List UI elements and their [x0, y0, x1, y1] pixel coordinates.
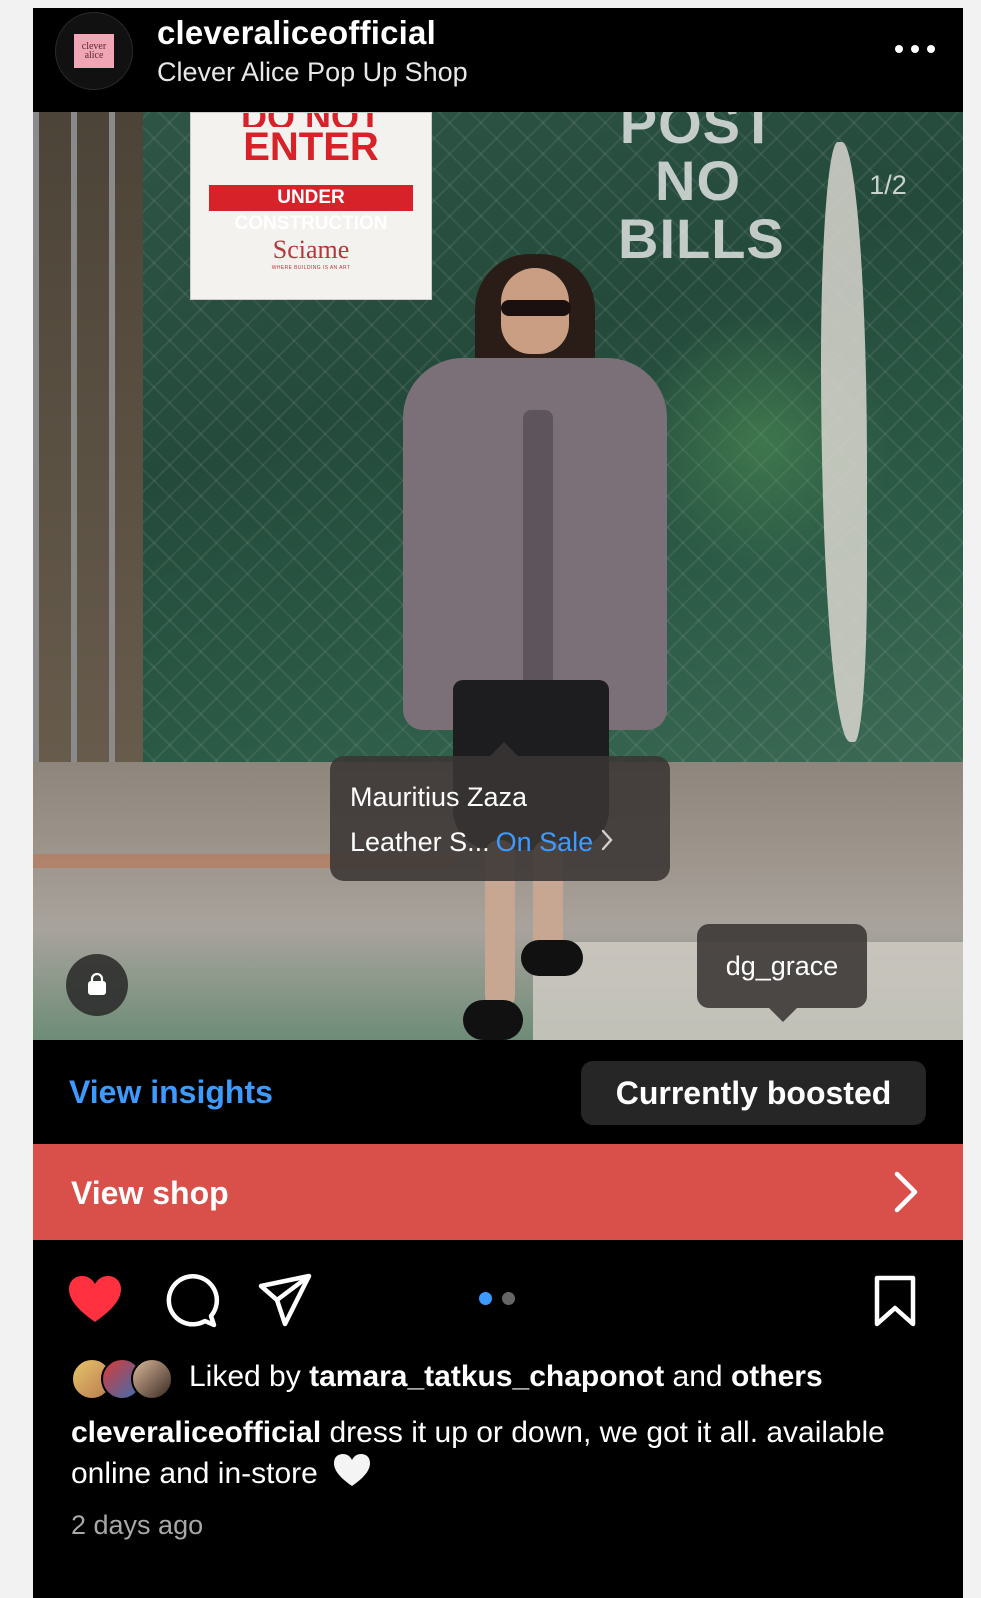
- avatar-logo-text: clever alice: [81, 41, 107, 61]
- caption-username[interactable]: cleveraliceofficial: [71, 1416, 321, 1449]
- liker-avatars: [71, 1358, 181, 1400]
- likes-text: Liked by tamara_tatkus_chaponot and othe…: [189, 1360, 823, 1394]
- model-coat-shadow: [523, 410, 553, 710]
- post-timestamp: 2 days ago: [71, 1510, 204, 1540]
- shopping-bag-icon[interactable]: [66, 954, 128, 1016]
- currently-boosted-button[interactable]: Currently boosted: [581, 1061, 926, 1125]
- post-header: clever alice cleveraliceofficial Clever …: [33, 8, 963, 112]
- bookmark-icon[interactable]: [865, 1270, 925, 1330]
- construction-sign: DO NOT ENTER UNDER CONSTRUCTION Sciame W…: [190, 112, 432, 300]
- product-tag-detail: Leather S... On Sale: [350, 827, 613, 858]
- liker-avatar: [131, 1358, 173, 1400]
- model: [403, 240, 703, 1040]
- model-shoe-right: [521, 940, 583, 976]
- carousel-dots: [479, 1292, 519, 1306]
- stencil-line-1: POST: [619, 112, 777, 152]
- likes-row[interactable]: Liked by tamara_tatkus_chaponot and othe…: [71, 1356, 951, 1400]
- sign-heading: DO NOT ENTER: [191, 113, 431, 167]
- product-tag[interactable]: Mauritius Zaza Leather S... On Sale: [330, 742, 670, 881]
- likes-joiner: and: [672, 1360, 723, 1393]
- chevron-right-icon: [601, 829, 613, 858]
- product-tag-name: Mauritius Zaza: [350, 782, 528, 812]
- sign-tagline: WHERE BUILDING IS AN ART: [271, 265, 351, 271]
- likes-prefix: Liked by: [189, 1360, 301, 1393]
- post-photo[interactable]: DO NOT ENTER UNDER CONSTRUCTION Sciame W…: [33, 112, 963, 1040]
- gate: [33, 112, 143, 832]
- white-heart-emoji: [332, 1452, 372, 1498]
- model-shoe-left: [463, 1000, 523, 1040]
- more-icon[interactable]: [895, 44, 935, 54]
- model-sunglasses: [501, 300, 571, 316]
- insights-row: View insights Currently boosted: [33, 1040, 963, 1144]
- view-shop-label: View shop: [71, 1175, 229, 1211]
- post-username[interactable]: cleveraliceofficial: [157, 14, 436, 52]
- carousel-counter: 1/2: [869, 170, 907, 200]
- sign-line-main: ENTER: [243, 125, 379, 169]
- heart-icon[interactable]: [65, 1270, 125, 1330]
- view-shop-bar[interactable]: View shop: [33, 1144, 963, 1240]
- product-tag-name-truncated: Leather S...: [350, 827, 490, 857]
- post-location[interactable]: Clever Alice Pop Up Shop: [157, 57, 468, 88]
- view-insights-link[interactable]: View insights: [69, 1074, 273, 1111]
- carousel-dot-active: [479, 1292, 492, 1305]
- post-caption: cleveraliceofficial dress it up or down,…: [71, 1414, 931, 1498]
- likes-others[interactable]: others: [731, 1360, 823, 1393]
- comment-icon[interactable]: [161, 1270, 221, 1330]
- action-bar: [33, 1240, 963, 1350]
- post-card: clever alice cleveraliceofficial Clever …: [33, 8, 963, 1598]
- carousel-dot: [502, 1292, 515, 1305]
- avatar-logo: clever alice: [74, 34, 114, 68]
- share-icon[interactable]: [255, 1270, 315, 1330]
- chevron-right-icon: [891, 1170, 921, 1214]
- avatar[interactable]: clever alice: [55, 12, 133, 90]
- stencil-line-2: NO: [655, 149, 741, 212]
- product-tag-sale: On Sale: [495, 827, 594, 857]
- user-tag[interactable]: dg_grace: [697, 924, 867, 1022]
- sign-band: UNDER CONSTRUCTION: [209, 185, 413, 234]
- liker-username[interactable]: tamara_tatkus_chaponot: [309, 1360, 664, 1393]
- sign-brand: Sciame: [272, 235, 350, 264]
